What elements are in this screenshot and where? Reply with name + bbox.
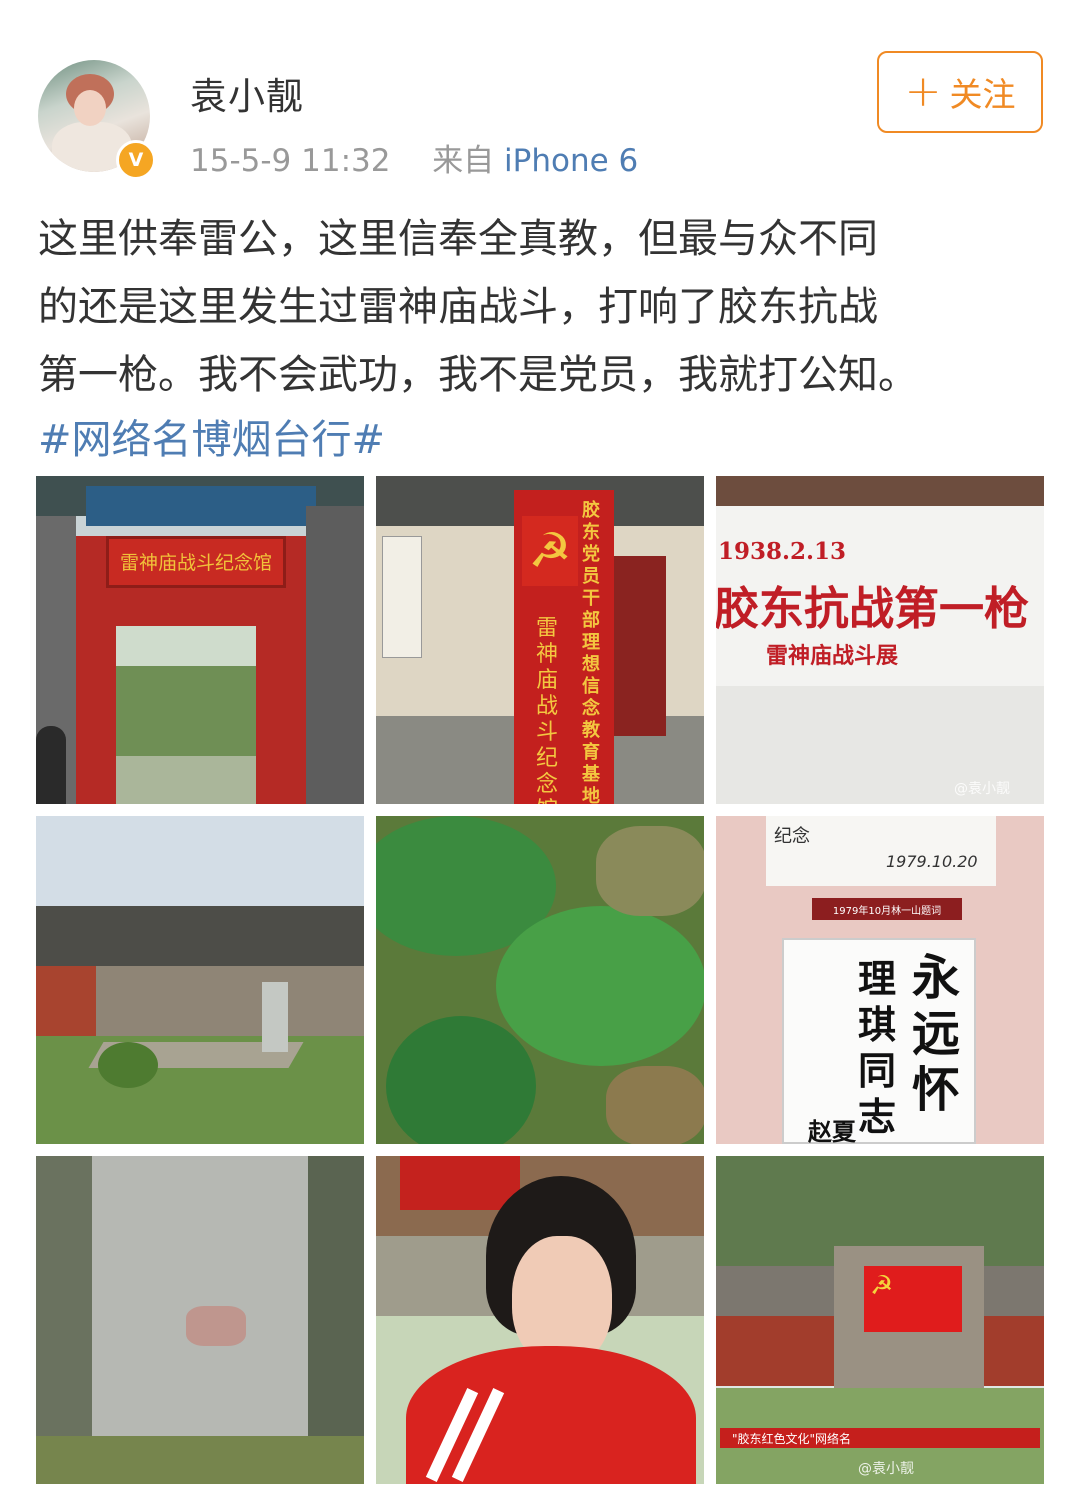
watermark: @袁小靓 <box>954 781 1010 797</box>
watermark: @袁小靓 <box>858 1461 914 1477</box>
username[interactable]: 袁小靓 <box>190 66 304 120</box>
verified-badge-icon: V <box>116 140 156 180</box>
calligraphy-small: 赵夏 <box>808 1118 856 1144</box>
follow-button[interactable]: + 关注 <box>877 51 1043 133</box>
avatar-face <box>74 90 106 126</box>
calligraphy-signature: 1979.10.20 <box>886 852 978 871</box>
timestamp: 15-5-9 11:32 <box>190 143 391 179</box>
device-link[interactable]: iPhone 6 <box>504 143 638 179</box>
exhibit-subtitle: 雷神庙战斗展 <box>766 644 899 669</box>
exhibit-date: 1938.2.13 <box>718 538 847 565</box>
sign-text-left: 雷神庙战斗纪念馆 <box>536 616 559 804</box>
follow-label: 关注 <box>949 75 1016 114</box>
plus-icon: + <box>904 66 942 117</box>
post-line: 的还是这里发生过雷神庙战斗，打响了胶东抗战 <box>38 284 878 330</box>
gate-plaque-text: 雷神庙战斗纪念馆 <box>119 552 272 574</box>
photo-exhibit-wall[interactable]: 1938.2.13 胶东抗战第一枪 雷神庙战斗展 @袁小靓 <box>716 476 1044 804</box>
calligraphy-caption: 1979年10月林一山题词 <box>832 906 942 917</box>
post-text: 这里供奉雷公，这里信奉全真教，但最与众不同 的还是这里发生过雷神庙战斗，打响了胶… <box>38 205 1048 409</box>
photo-party-sign[interactable]: ☭ 胶东党员干部理想信念教育基地 雷神庙战斗纪念馆 <box>376 476 704 804</box>
calligraphy-col2: 理琪同志 <box>858 956 897 1139</box>
photo-calligraphy[interactable]: 纪念 1979.10.20 1979年10月林一山题词 永远怀 理琪同志 赵夏 <box>716 816 1044 1144</box>
source-prefix: 来自 <box>432 143 495 179</box>
banner-text: "胶东红色文化"网络名 <box>732 1432 852 1446</box>
image-grid: 雷神庙战斗纪念馆 ☭ 胶东党员干部理想信念教育基地 雷神庙战斗纪念馆 1938.… <box>36 476 1044 1484</box>
post-line: 这里供奉雷公，这里信奉全真教，但最与众不同 <box>38 216 878 262</box>
post-meta: 15-5-9 11:32 来自 iPhone 6 <box>190 135 638 180</box>
hashtag-link[interactable]: #网络名博烟台行# <box>38 406 385 474</box>
calligraphy-top-note: 纪念 <box>774 826 810 847</box>
photo-selfie[interactable] <box>376 1156 704 1484</box>
sign-text-right: 胶东党员干部理想信念教育基地 <box>582 500 600 804</box>
photo-stele[interactable] <box>36 1156 364 1484</box>
photo-flag-wall[interactable]: ☭ "胶东红色文化"网络名 @袁小靓 <box>716 1156 1044 1484</box>
avatar-wrap[interactable]: V <box>38 60 156 180</box>
calligraphy-col1: 永远怀 <box>912 950 961 1118</box>
photo-memorial-gate[interactable]: 雷神庙战斗纪念馆 <box>36 476 364 804</box>
exhibit-headline: 胶东抗战第一枪 <box>716 582 1030 635</box>
post-line: 第一枪。我不会武功，我不是党员，我就打公知。 <box>38 352 918 398</box>
photo-courtyard[interactable] <box>36 816 364 1144</box>
photo-clover[interactable] <box>376 816 704 1144</box>
